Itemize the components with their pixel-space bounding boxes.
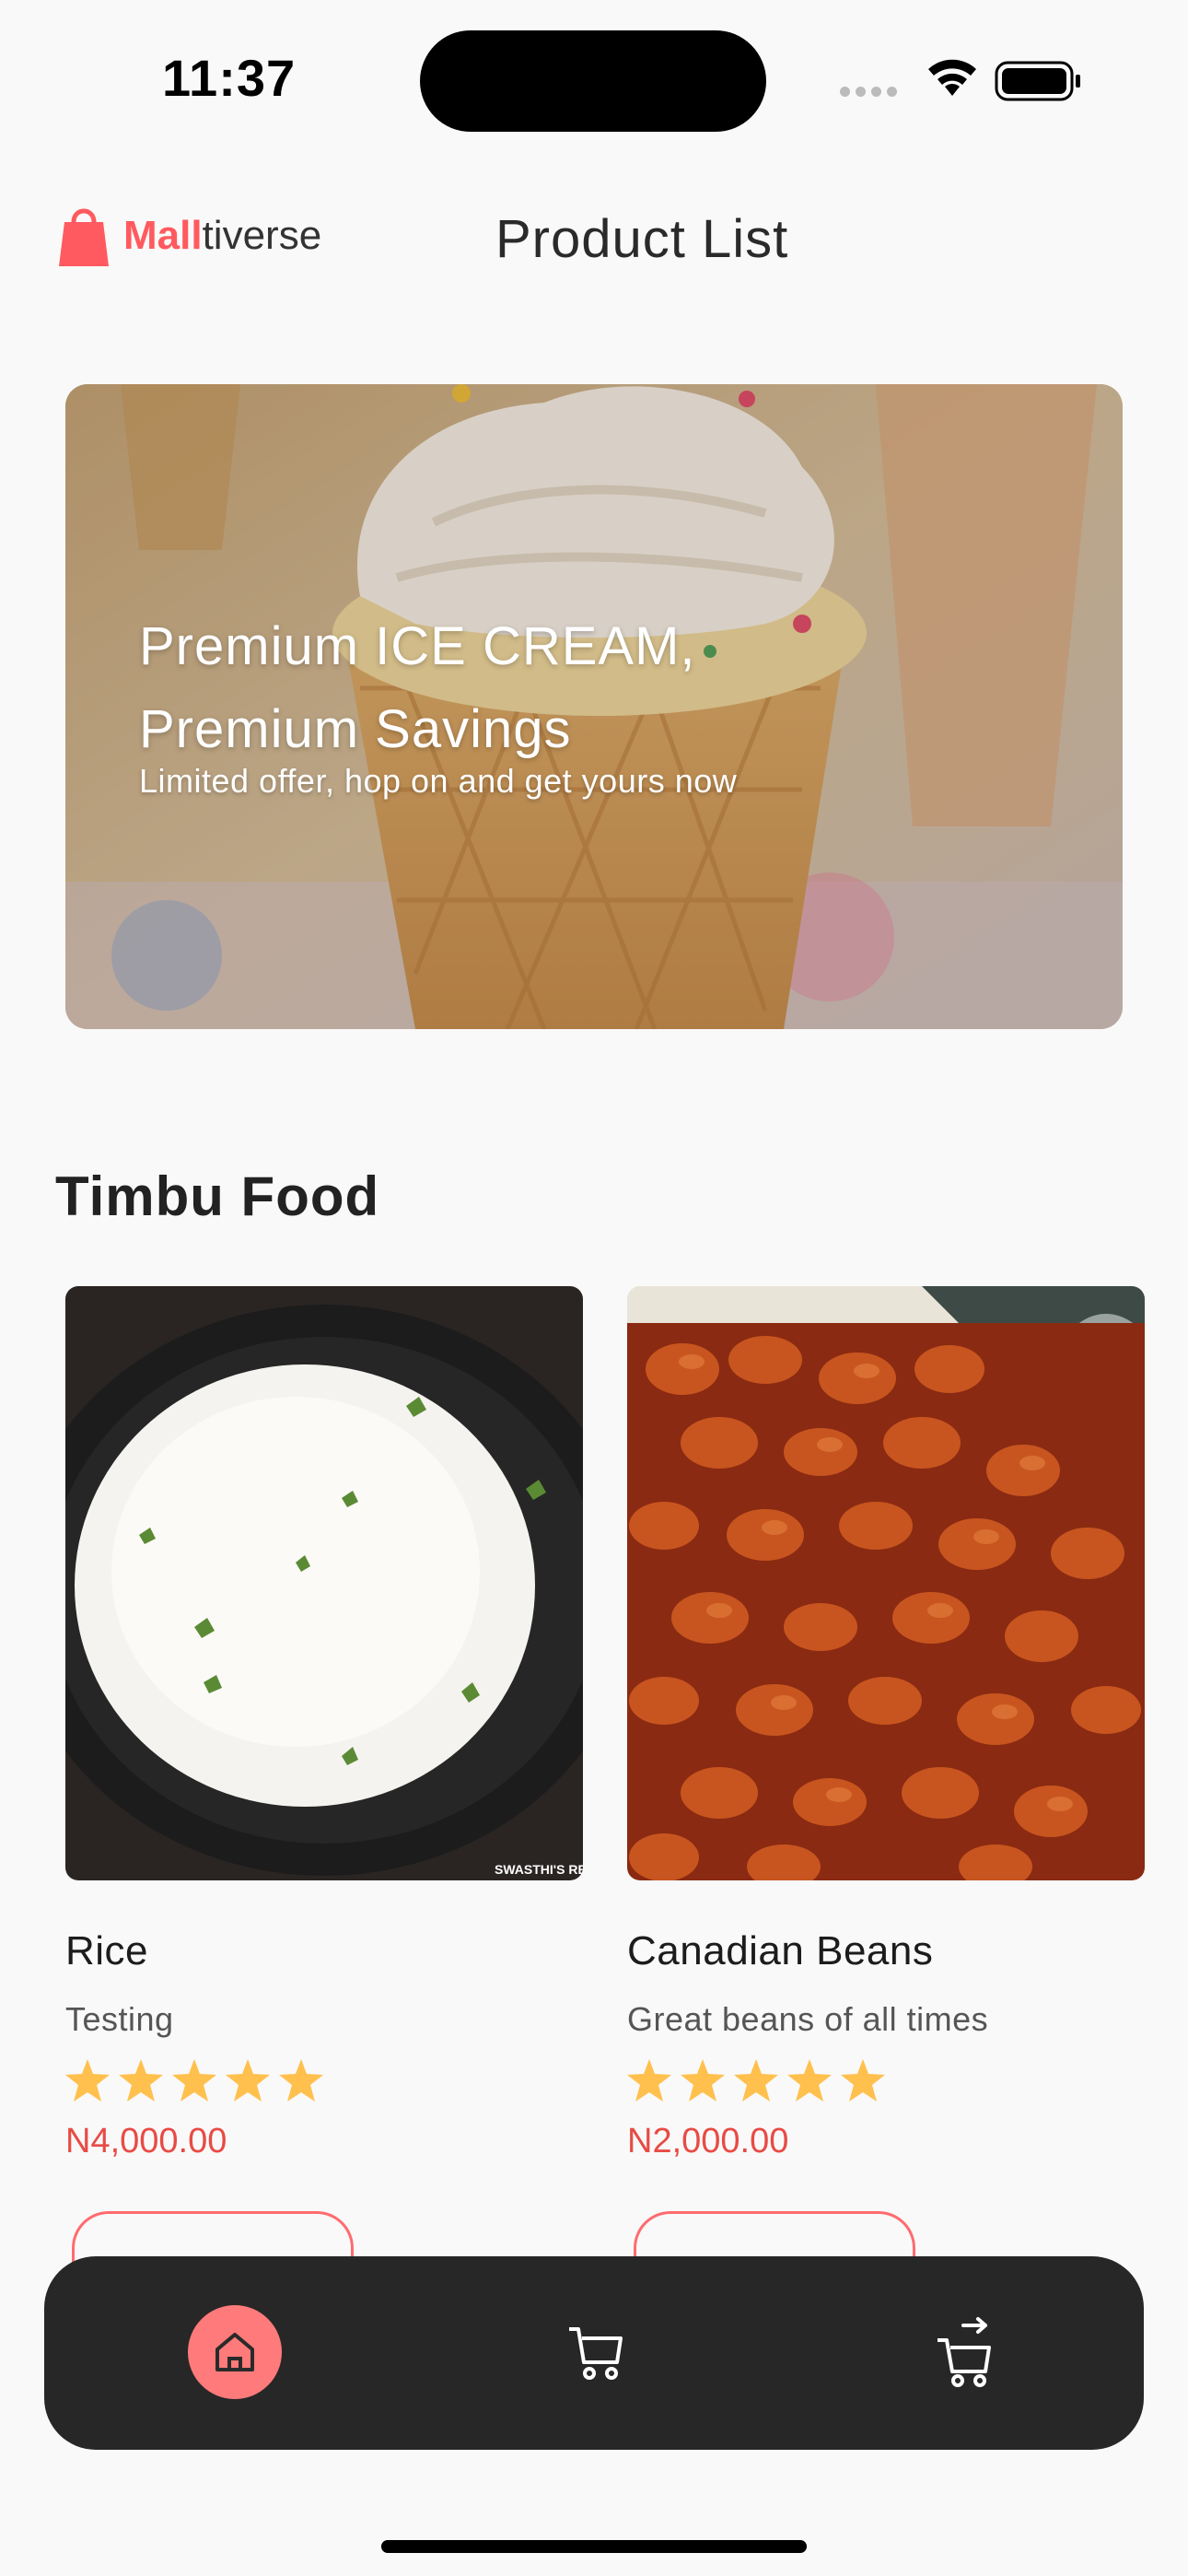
cellular-signal-icon	[840, 87, 897, 97]
star-icon	[119, 2059, 163, 2102]
nav-checkout-button[interactable]	[910, 2298, 1020, 2408]
image-watermark: SWASTHI'S REC	[495, 1862, 583, 1877]
star-icon	[787, 2059, 832, 2102]
banner-title: Premium ICE CREAM, Premium Savings	[139, 616, 696, 759]
battery-icon	[995, 61, 1080, 101]
product-card[interactable]: Canadian Beans Great beans of all times …	[627, 1286, 1145, 2161]
star-icon	[226, 2059, 270, 2102]
star-icon	[65, 2059, 110, 2102]
star-icon	[627, 2059, 671, 2102]
nav-cart-button[interactable]	[542, 2298, 652, 2408]
home-icon	[215, 2333, 254, 2371]
product-description: Testing	[65, 2000, 174, 2038]
dynamic-island	[420, 30, 766, 132]
star-icon	[681, 2059, 725, 2102]
shopping-bag-icon	[59, 208, 109, 266]
checkout-cart-icon	[938, 2317, 991, 2387]
section-title: Timbu Food	[55, 1165, 380, 1227]
product-card[interactable]: SWASTHI'S REC Rice Testing N4,000.00	[65, 1286, 583, 2161]
status-time: 11:37	[162, 49, 297, 107]
product-description: Great beans of all times	[627, 2000, 989, 2038]
product-price: N4,000.00	[65, 2122, 227, 2160]
product-rating	[65, 2059, 583, 2102]
promo-banner[interactable]: Premium ICE CREAM, Premium Savings Limit…	[65, 384, 1123, 1029]
product-image-canadian-beans	[627, 1286, 1145, 1880]
product-price: N2,000.00	[627, 2122, 789, 2160]
logo-mall-text: Mall	[123, 213, 203, 258]
product-image-rice: SWASTHI'S REC	[65, 1286, 583, 1880]
status-icons	[840, 55, 1089, 101]
product-rating	[627, 2059, 1145, 2102]
product-name: Rice	[65, 1928, 149, 1973]
logo-tiverse-text: tiverse	[202, 213, 322, 258]
home-indicator[interactable]	[381, 2540, 807, 2553]
malltiverse-logo: Malltiverse	[57, 197, 333, 275]
page-title: Product List	[495, 209, 789, 269]
bottom-navigation	[44, 2256, 1144, 2450]
star-icon	[279, 2059, 323, 2102]
product-name: Canadian Beans	[627, 1928, 934, 1973]
star-icon	[841, 2059, 885, 2102]
star-icon	[734, 2059, 778, 2102]
cart-icon	[569, 2327, 623, 2380]
nav-home-button[interactable]	[181, 2298, 291, 2408]
star-icon	[172, 2059, 216, 2102]
wifi-icon	[928, 59, 976, 96]
banner-subtitle: Limited offer, hop on and get yours now	[139, 762, 738, 800]
